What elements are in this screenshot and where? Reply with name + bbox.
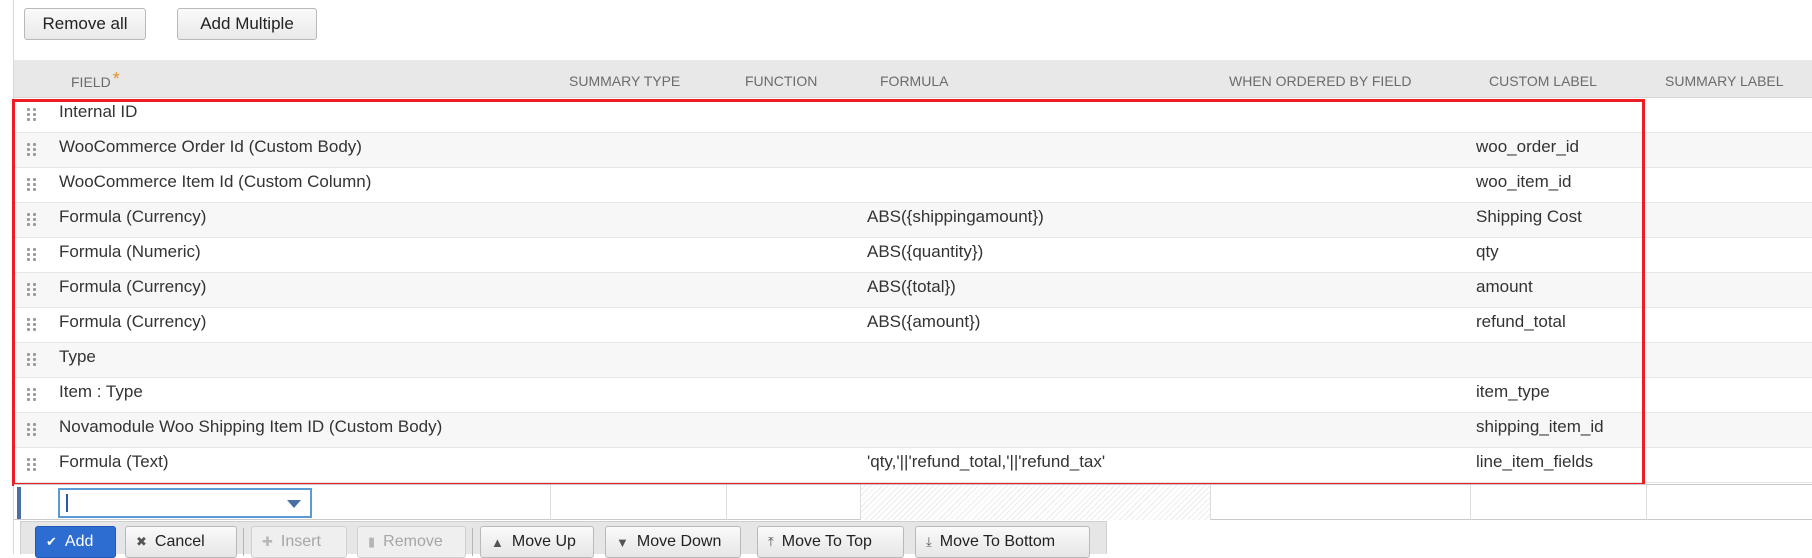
formula-cell: 'qty,'||'refund_total,'||'refund_tax' [867,452,1106,471]
column-header-formula: FORMULA [880,73,949,89]
field-cell: Formula (Currency) [59,207,207,226]
drag-handle-icon[interactable] [27,353,39,369]
move-to-top-button-label: Move To Top [781,533,872,550]
toolbar-divider [243,528,244,556]
edit-cell-custom-label[interactable] [1470,485,1646,520]
move-to-bottom-button-label: Move To Bottom [939,533,1056,550]
drag-handle-icon[interactable] [27,423,39,439]
plus-icon: ✚ [262,534,273,549]
formula-cell: ABS({amount}) [867,312,981,331]
edit-cell-summary-label[interactable] [1646,485,1812,520]
table-row[interactable]: Formula (Text) 'qty,'||'refund_total,'||'… [14,448,1812,483]
field-cell: Formula (Currency) [59,277,207,296]
edit-cell-function[interactable] [726,485,860,520]
add-button-label: Add [64,533,94,550]
table-row[interactable]: WooCommerce Order Id (Custom Body) woo_or… [14,133,1812,168]
formula-cell: ABS({shippingamount}) [867,207,1044,226]
arrow-down-icon: ▼ [616,534,629,550]
column-header-function: FUNCTION [745,73,818,89]
column-header-when-ordered-by-field: WHEN ORDERED BY FIELD [1229,73,1412,89]
table-row[interactable]: Formula (Currency) ABS({amount}) refund_to… [14,308,1812,343]
row-edit-toolbar: ✔ Add ✖ Cancel ✚ Insert ▮ Remove ▲ Move Up ▼ M… [20,521,1107,558]
table-row[interactable]: Item : Type item_type [14,378,1812,413]
table-row[interactable]: Formula (Numeric) ABS({quantity}) qty [14,238,1812,273]
formula-cell: ABS({total}) [867,277,956,296]
table-row[interactable]: Type [14,343,1812,378]
custom-label-cell: woo_order_id [1476,137,1580,156]
move-down-button-label: Move Down [636,533,722,550]
arrow-up-icon: ▲ [491,534,504,550]
check-icon: ✔ [46,534,57,549]
column-header-summary-type: SUMMARY TYPE [569,73,681,89]
formula-cell: ABS({quantity}) [867,242,984,261]
arrow-to-bottom-icon: ⤓ [926,534,932,549]
column-header-field-label: FIELD [71,74,111,90]
required-marker: * [112,69,120,89]
x-icon: ✖ [136,534,147,549]
drag-handle-icon[interactable] [27,318,39,334]
toolbar-divider [472,528,473,556]
drag-handle-icon[interactable] [27,388,39,404]
drag-handle-icon[interactable] [27,178,39,194]
field-cell: Formula (Text) [59,452,169,471]
drag-handle-icon[interactable] [27,108,39,124]
edit-row [14,484,1812,520]
custom-label-cell: shipping_item_id [1476,417,1604,436]
column-header-custom-label: CUSTOM LABEL [1489,73,1597,89]
column-header-summary-label: SUMMARY LABEL [1665,73,1784,89]
custom-label-cell: refund_total [1476,312,1566,331]
table-row[interactable]: Formula (Currency) ABS({total}) amount [14,273,1812,308]
field-cell: WooCommerce Order Id (Custom Body) [59,137,362,156]
field-cell: Formula (Currency) [59,312,207,331]
table-row[interactable]: WooCommerce Item Id (Custom Column) woo_i… [14,168,1812,203]
column-header-row: FIELD * SUMMARY TYPE FUNCTION FORMULA WHE… [14,60,1812,98]
remove-all-button[interactable]: Remove all [24,8,146,40]
cancel-button[interactable]: ✖ Cancel [125,526,237,558]
custom-label-cell: line_item_fields [1476,452,1594,471]
custom-label-cell: item_type [1476,382,1550,401]
drag-handle-icon[interactable] [27,143,39,159]
arrow-to-top-icon: ⤒ [768,534,774,549]
field-cell: Novamodule Woo Shipping Item ID (Custom … [59,417,443,436]
remove-button-label: Remove [383,533,443,550]
move-down-button[interactable]: ▼ Move Down [605,526,741,558]
move-up-button-label: Move Up [511,533,576,550]
custom-label-cell: Shipping Cost [1476,207,1582,226]
add-multiple-button[interactable]: Add Multiple [177,8,317,40]
field-cell: Item : Type [59,382,143,401]
remove-button[interactable]: ▮ Remove [357,526,466,558]
field-cell: Internal ID [59,102,138,121]
results-field-list: Internal ID WooCommerce Order Id (Custom … [14,98,1812,483]
field-cell: Type [59,347,96,366]
move-up-button[interactable]: ▲ Move Up [480,526,594,558]
field-cell: Formula (Numeric) [59,242,201,261]
chevron-down-icon[interactable] [287,500,301,508]
edit-cell-summary-type[interactable] [550,485,726,520]
text-caret [66,494,68,512]
move-to-bottom-button[interactable]: ⤓ Move To Bottom [915,526,1090,558]
move-to-top-button[interactable]: ⤒ Move To Top [757,526,904,558]
custom-label-cell: woo_item_id [1476,172,1572,191]
drag-handle-icon[interactable] [27,248,39,264]
table-row[interactable]: Novamodule Woo Shipping Item ID (Custom … [14,413,1812,448]
edit-row-marker [17,487,21,519]
edit-cell-when-ordered-by[interactable] [1210,485,1470,520]
column-header-field: FIELD * [71,60,120,98]
custom-label-cell: qty [1476,242,1499,261]
drag-handle-icon[interactable] [27,213,39,229]
table-row[interactable]: Internal ID [14,98,1812,133]
cancel-button-label: Cancel [154,533,205,550]
custom-label-cell: amount [1476,277,1533,296]
field-select-dropdown[interactable] [58,488,312,518]
field-cell: WooCommerce Item Id (Custom Column) [59,172,372,191]
insert-button[interactable]: ✚ Insert [251,526,347,558]
edit-cell-formula [860,485,1210,520]
table-row[interactable]: Formula (Currency) ABS({shippingamount}) S… [14,203,1812,238]
trash-icon: ▮ [368,534,376,549]
add-button[interactable]: ✔ Add [35,526,116,558]
drag-handle-icon[interactable] [27,283,39,299]
insert-button-label: Insert [280,533,321,550]
drag-handle-icon[interactable] [27,458,39,474]
